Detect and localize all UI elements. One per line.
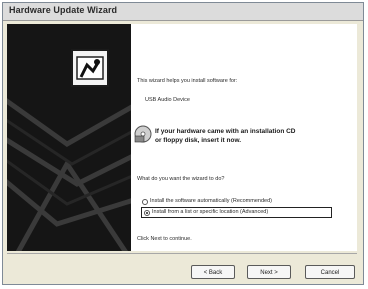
window-title: Hardware Update Wizard	[9, 5, 118, 15]
intro-text: This wizard helps you install software f…	[137, 78, 238, 84]
cd-prompt: If your hardware came with an installati…	[155, 128, 296, 135]
option-advanced-radio[interactable]	[144, 210, 150, 216]
option-automatic-radio[interactable]	[142, 199, 148, 205]
footer-divider	[7, 253, 357, 254]
device-name: USB Audio Device	[145, 97, 190, 103]
question-text: What do you want the wizard to do?	[137, 176, 225, 182]
back-button[interactable]: < Back	[191, 265, 235, 279]
cd-prompt-2: or floppy disk, insert it now.	[155, 137, 242, 144]
option-advanced-label: Install from a list or specific location…	[152, 209, 269, 215]
title-bar: Hardware Update Wizard	[3, 3, 363, 21]
hardware-wizard-icon	[71, 49, 109, 87]
option-automatic-label: Install the software automatically (Reco…	[150, 198, 272, 204]
continue-hint: Click Next to continue.	[137, 236, 192, 242]
wizard-window: Hardware Update Wizard This wizard helps…	[2, 2, 364, 285]
wizard-content: This wizard helps you install software f…	[131, 24, 357, 251]
next-button[interactable]: Next >	[247, 265, 291, 279]
cd-disk-icon	[134, 125, 152, 143]
wizard-banner	[7, 24, 131, 251]
cancel-button[interactable]: Cancel	[305, 265, 355, 279]
banner-art	[7, 98, 131, 251]
